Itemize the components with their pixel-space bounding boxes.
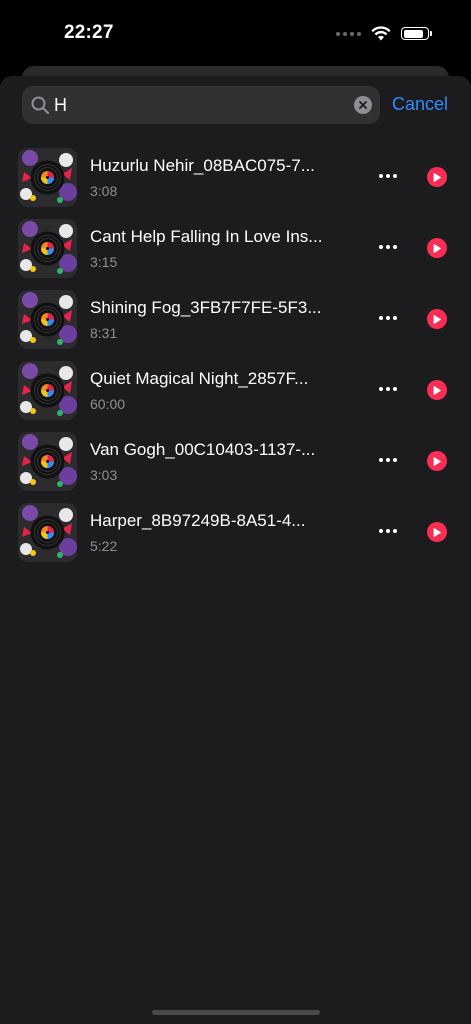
- track-row[interactable]: Cant Help Falling In Love Ins... 3:15: [0, 219, 471, 290]
- play-icon[interactable]: [427, 522, 447, 542]
- signal-icon: [336, 31, 361, 36]
- more-icon[interactable]: [376, 450, 400, 470]
- track-title: Harper_8B97249B-8A51-4...: [90, 511, 306, 530]
- play-icon[interactable]: [427, 309, 447, 329]
- track-title: Quiet Magical Night_2857F...: [90, 369, 309, 388]
- track-row[interactable]: Quiet Magical Night_2857F... 60:00: [0, 361, 471, 432]
- more-icon[interactable]: [376, 521, 400, 541]
- search-sheet: Cancel Huzurl: [0, 76, 471, 1024]
- track-duration: 3:15: [90, 254, 118, 270]
- search-input[interactable]: [54, 86, 344, 124]
- more-icon[interactable]: [376, 166, 400, 186]
- vinyl-record-icon: [18, 432, 77, 491]
- track-duration: 3:08: [90, 183, 118, 199]
- vinyl-record-icon: [18, 219, 77, 278]
- play-icon[interactable]: [427, 167, 447, 187]
- screen: 22:27 H Cancel Huzurlu Nehir_08BAC075-7.…: [0, 0, 471, 1024]
- status-bar: 22:27: [0, 0, 471, 60]
- track-row[interactable]: Shining Fog_3FB7F7FE-5F3... 8:31: [0, 290, 471, 361]
- play-icon[interactable]: [427, 451, 447, 471]
- status-time: 22:27: [64, 22, 114, 43]
- wifi-icon: [371, 26, 391, 41]
- search-icon: [31, 96, 50, 115]
- more-icon[interactable]: [376, 379, 400, 399]
- track-duration: 3:03: [90, 467, 118, 483]
- cancel-button[interactable]: Cancel: [392, 94, 448, 115]
- status-icons: [336, 26, 432, 41]
- track-duration: 5:22: [90, 538, 118, 554]
- track-title: Huzurlu Nehir_08BAC075-7...: [90, 156, 315, 175]
- track-row[interactable]: Harper_8B97249B-8A51-4... 5:22: [0, 503, 471, 574]
- vinyl-record-icon: [18, 361, 77, 420]
- track-title: Van Gogh_00C10403-1137-...: [90, 440, 316, 459]
- vinyl-record-icon: [18, 503, 77, 562]
- track-duration: 60:00: [90, 396, 126, 412]
- clear-icon[interactable]: [354, 96, 372, 114]
- play-icon[interactable]: [427, 238, 447, 258]
- search-bar[interactable]: [22, 86, 380, 124]
- more-icon[interactable]: [376, 237, 400, 257]
- clear-x-icon: [359, 101, 367, 109]
- battery-icon: [401, 27, 432, 40]
- track-duration: 8:31: [90, 325, 118, 341]
- vinyl-record-icon: [18, 290, 77, 349]
- vinyl-record-icon: [18, 148, 77, 207]
- home-indicator[interactable]: [152, 1010, 320, 1015]
- play-icon[interactable]: [427, 380, 447, 400]
- track-list: Huzurlu Nehir_08BAC075-7... 3:08 Cant He…: [0, 148, 471, 574]
- track-row[interactable]: Huzurlu Nehir_08BAC075-7... 3:08: [0, 148, 471, 219]
- battery-fill: [403, 29, 424, 38]
- track-title: Shining Fog_3FB7F7FE-5F3...: [90, 298, 322, 317]
- track-row[interactable]: Van Gogh_00C10403-1137-... 3:03: [0, 432, 471, 503]
- more-icon[interactable]: [376, 308, 400, 328]
- track-title: Cant Help Falling In Love Ins...: [90, 227, 323, 246]
